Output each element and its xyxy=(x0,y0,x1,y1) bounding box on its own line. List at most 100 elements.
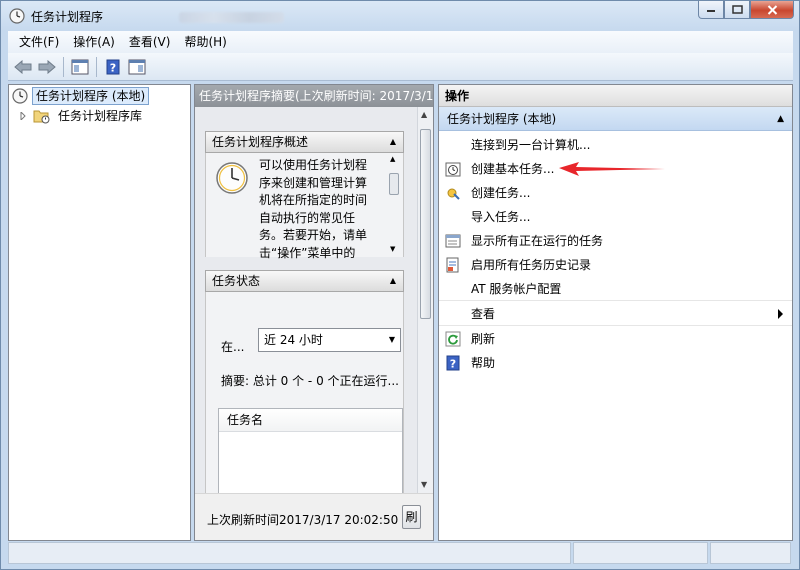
console-tree: 任务计划程序 (本地) 任务计划程序库 xyxy=(8,84,191,541)
refresh-summary-button[interactable]: 刷 xyxy=(402,505,421,529)
status-section-header[interactable]: 任务状态 ▲ xyxy=(205,270,404,292)
last-refresh-text: 上次刷新时间2017/3/17 20:02:50 xyxy=(207,513,399,527)
tree-item-task-scheduler-local[interactable]: 任务计划程序 (本地) xyxy=(12,87,150,105)
minimize-button[interactable] xyxy=(698,1,724,19)
clock-icon xyxy=(12,88,28,104)
action-at-service-account[interactable]: AT 服务帐户配置 xyxy=(439,277,792,301)
overview-section-header[interactable]: 任务计划程序概述 ▲ xyxy=(205,131,404,153)
overview-scrollbar[interactable]: ▲ ▼ xyxy=(388,155,400,255)
scroll-down-icon[interactable]: ▼ xyxy=(421,480,427,489)
collapse-icon[interactable]: ▲ xyxy=(777,107,784,131)
show-hide-console-tree-button[interactable] xyxy=(69,56,91,78)
clock-icon xyxy=(9,8,25,24)
action-label: 查看 xyxy=(471,307,496,321)
folder-clock-icon xyxy=(33,110,50,124)
scroll-thumb[interactable] xyxy=(389,173,399,195)
scroll-thumb[interactable] xyxy=(420,129,431,319)
action-label: 连接到另一台计算机... xyxy=(471,138,591,152)
back-arrow-icon xyxy=(14,59,32,74)
action-label: 帮助 xyxy=(471,356,496,370)
scroll-up-icon[interactable]: ▲ xyxy=(390,155,395,163)
action-label: 导入任务... xyxy=(471,210,531,224)
minimize-icon xyxy=(707,9,715,12)
summary-pane: 任务计划程序摘要(上次刷新时间: 2017/3/17 任务计划程序概述 ▲ 可以… xyxy=(194,84,434,541)
status-summary: 摘要: 总计 0 个 - 0 个正在运行... xyxy=(221,374,399,388)
overview-text: 可以使用任务计划程序来创建和管理计算机将在所指定的时间自动执行的常见任务。若要开… xyxy=(259,158,368,260)
time-range-select[interactable]: 近 24 小时 ▼ xyxy=(258,328,401,352)
expand-icon[interactable] xyxy=(19,112,27,120)
svg-text:?: ? xyxy=(110,61,116,74)
status-cell xyxy=(8,542,571,564)
help-icon: ? xyxy=(446,355,460,371)
help-toolbar-button[interactable]: ? xyxy=(102,56,124,78)
status-cell xyxy=(710,542,791,564)
status-section-title: 任务状态 xyxy=(212,274,261,288)
maximize-icon xyxy=(731,5,743,14)
blurred-region xyxy=(179,12,284,23)
menu-bar: 文件(F) 操作(A) 查看(V) 帮助(H) xyxy=(8,31,793,53)
running-tasks-icon xyxy=(445,234,461,248)
action-view[interactable]: 查看 xyxy=(439,302,792,326)
show-hide-action-pane-button[interactable] xyxy=(126,56,148,78)
window-controls xyxy=(698,1,794,21)
tree-label: 任务计划程序库 xyxy=(58,109,143,123)
status-cell xyxy=(573,542,708,564)
action-create-task[interactable]: 创建任务... xyxy=(439,181,792,205)
actions-pane: 操作 任务计划程序 (本地) ▲ 连接到另一台计算机... 创建基本任务... xyxy=(438,84,793,541)
toolbar-separator xyxy=(96,56,97,77)
menu-help[interactable]: 帮助(H) xyxy=(177,31,233,53)
action-help[interactable]: ? 帮助 xyxy=(439,351,792,375)
in-label: 在... xyxy=(221,340,245,354)
window-title: 任务计划程序 xyxy=(31,10,104,24)
forward-button[interactable] xyxy=(36,56,58,78)
clock-icon xyxy=(216,162,248,194)
tree-item-task-library[interactable]: 任务计划程序库 xyxy=(19,107,146,125)
app-window: 任务计划程序 文件(F) 操作(A) 查看(V) 帮助(H) ? 任务计划程序 … xyxy=(0,0,800,570)
actions-title: 操作 xyxy=(439,85,792,107)
create-task-icon xyxy=(447,188,460,200)
action-label: 刷新 xyxy=(471,332,496,346)
create-basic-task-icon xyxy=(445,162,461,177)
forward-arrow-icon xyxy=(38,59,56,74)
action-label: AT 服务帐户配置 xyxy=(471,282,562,296)
title-bar: 任务计划程序 xyxy=(1,1,799,31)
summary-scrollbar[interactable]: ▲ ▼ xyxy=(417,107,433,493)
actions-group-title: 任务计划程序 (本地) xyxy=(447,112,557,126)
help-icon: ? xyxy=(106,59,120,74)
collapse-icon[interactable]: ▲ xyxy=(390,271,396,291)
action-enable-task-history[interactable]: 启用所有任务历史记录 xyxy=(439,253,792,277)
scroll-down-icon[interactable]: ▼ xyxy=(390,245,395,253)
back-button[interactable] xyxy=(12,56,34,78)
summary-header: 任务计划程序摘要(上次刷新时间: 2017/3/17 xyxy=(195,85,433,107)
status-bar xyxy=(8,542,793,564)
action-label: 显示所有正在运行的任务 xyxy=(471,234,604,248)
actions-group-header[interactable]: 任务计划程序 (本地) ▲ xyxy=(439,107,792,131)
red-arrow-annotation xyxy=(559,162,665,176)
action-show-running-tasks[interactable]: 显示所有正在运行的任务 xyxy=(439,229,792,253)
action-refresh[interactable]: 刷新 xyxy=(439,327,792,351)
close-icon xyxy=(767,4,777,15)
menu-view[interactable]: 查看(V) xyxy=(122,31,178,53)
task-table: 任务名 xyxy=(218,408,403,498)
overview-section-title: 任务计划程序概述 xyxy=(212,135,309,149)
submenu-arrow-icon xyxy=(778,309,783,319)
action-pane-icon xyxy=(128,59,146,74)
task-name-column-header[interactable]: 任务名 xyxy=(219,409,402,432)
menu-action[interactable]: 操作(A) xyxy=(66,31,122,53)
maximize-button[interactable] xyxy=(724,1,750,19)
svg-text:?: ? xyxy=(450,358,456,371)
menu-file[interactable]: 文件(F) xyxy=(12,31,66,53)
summary-footer: 上次刷新时间2017/3/17 20:02:50 刷 xyxy=(195,493,433,540)
action-label: 创建任务... xyxy=(471,186,531,200)
collapse-icon[interactable]: ▲ xyxy=(390,132,396,152)
console-tree-icon xyxy=(71,59,89,74)
scroll-up-icon[interactable]: ▲ xyxy=(421,110,427,119)
close-button[interactable] xyxy=(750,1,794,19)
toolbar-separator xyxy=(63,56,64,77)
history-icon xyxy=(446,257,459,273)
action-connect-another-computer[interactable]: 连接到另一台计算机... xyxy=(439,133,792,157)
action-create-basic-task[interactable]: 创建基本任务... xyxy=(439,157,792,181)
summary-body: 任务计划程序概述 ▲ 可以使用任务计划程序来创建和管理计算机将在所指定的时间自动… xyxy=(195,107,417,498)
action-label: 启用所有任务历史记录 xyxy=(471,258,592,272)
action-import-task[interactable]: 导入任务... xyxy=(439,205,792,229)
